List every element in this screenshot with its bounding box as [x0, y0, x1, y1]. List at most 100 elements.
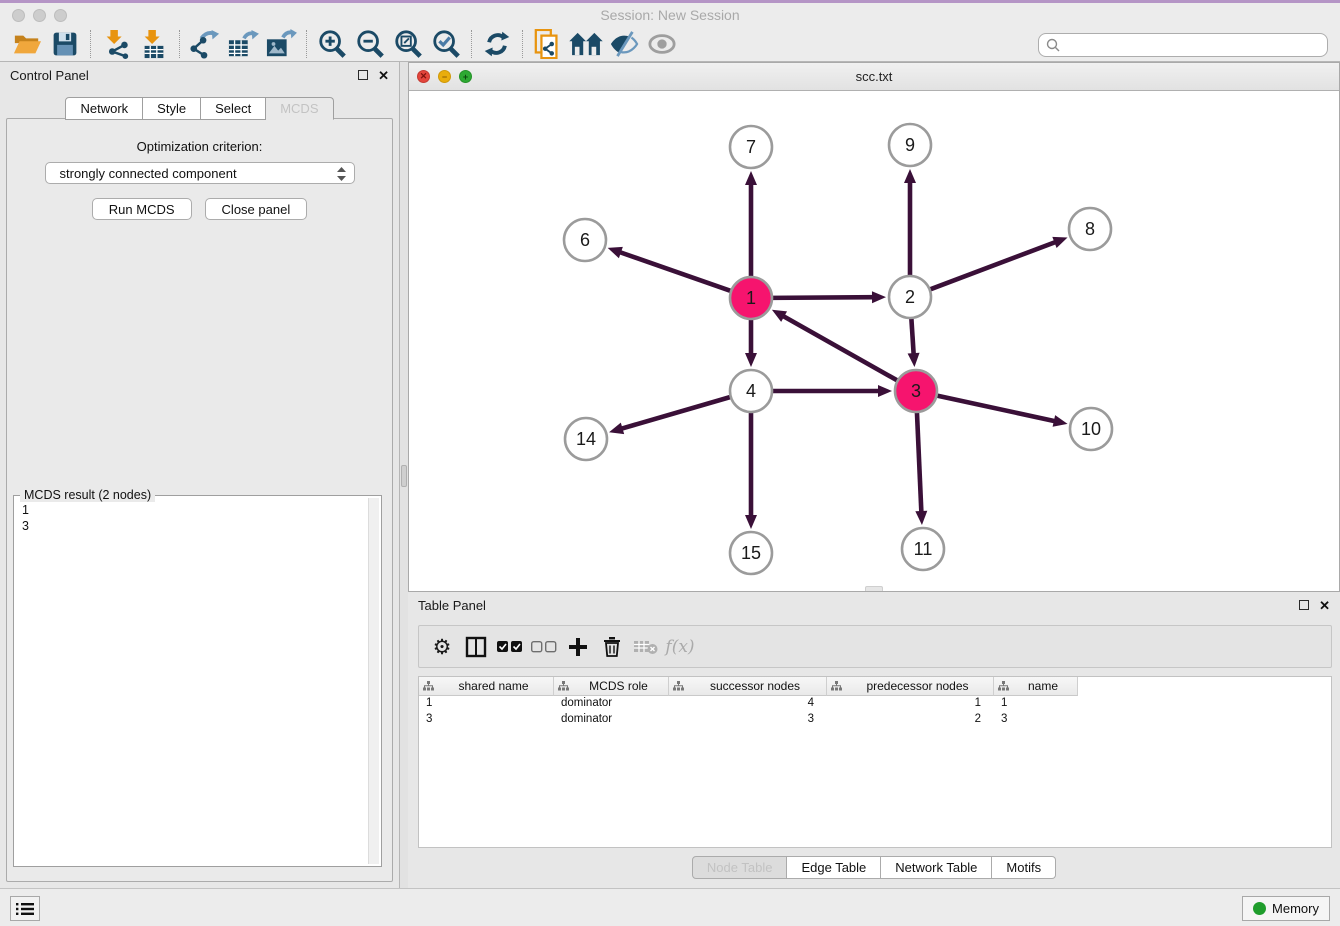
- float-panel-icon[interactable]: [358, 70, 368, 80]
- task-history-button[interactable]: [10, 896, 40, 921]
- graph-edge-arrow: [872, 291, 886, 303]
- control-panel: Control Panel ✕ NetworkStyleSelectMCDS O…: [0, 62, 400, 888]
- column-header-MCDS-role[interactable]: MCDS role: [554, 677, 669, 696]
- graph-node-label-4: 4: [746, 381, 756, 401]
- table-cell[interactable]: 4: [669, 696, 827, 712]
- graph-edge-arrow: [915, 511, 927, 525]
- graph-edge-2-8[interactable]: [930, 242, 1057, 290]
- table-cell[interactable]: 2: [827, 712, 994, 728]
- zoom-fit-icon[interactable]: [389, 28, 427, 60]
- graph-edge-1-6[interactable]: [619, 252, 731, 291]
- column-header-successor-nodes[interactable]: successor nodes: [669, 677, 827, 696]
- mcds-result-scrollbar[interactable]: [368, 498, 379, 864]
- tab-motifs[interactable]: Motifs: [992, 856, 1056, 879]
- open-folder-icon[interactable]: [8, 28, 46, 60]
- table-close-panel-icon[interactable]: ✕: [1319, 599, 1330, 612]
- task-list-icon: [16, 902, 34, 916]
- table-float-panel-icon[interactable]: [1299, 600, 1309, 610]
- graph-edge-arrow: [908, 353, 920, 367]
- tab-network-table[interactable]: Network Table: [881, 856, 992, 879]
- graph-node-label-3: 3: [911, 381, 921, 401]
- table-cell[interactable]: 1: [827, 696, 994, 712]
- graph-node-label-7: 7: [746, 137, 756, 157]
- column-header-name[interactable]: name: [994, 677, 1078, 696]
- graph-edge-1-2[interactable]: [772, 297, 874, 298]
- table-cell[interactable]: 3: [994, 712, 1078, 728]
- column-header-predecessor-nodes[interactable]: predecessor nodes: [827, 677, 994, 696]
- horizontal-splitter-grip[interactable]: [865, 586, 883, 591]
- network-view-window: ✕ − + scc.txt 7968124314101511: [408, 62, 1340, 592]
- import-table-icon[interactable]: [135, 28, 173, 60]
- import-network-icon[interactable]: [97, 28, 135, 60]
- graph-node-label-1: 1: [746, 288, 756, 308]
- network-canvas[interactable]: 7968124314101511: [409, 91, 1339, 591]
- tab-mcds[interactable]: MCDS: [266, 97, 333, 120]
- node-table[interactable]: shared nameMCDS rolesuccessor nodesprede…: [418, 676, 1332, 848]
- table-cell[interactable]: 3: [669, 712, 827, 728]
- zoom-selected-icon[interactable]: [427, 28, 465, 60]
- add-column-icon[interactable]: [563, 632, 593, 662]
- column-visibility-icon[interactable]: [461, 632, 491, 662]
- table-cell[interactable]: dominator: [554, 696, 669, 712]
- deselect-all-icon[interactable]: [529, 632, 559, 662]
- graph-edge-3-10[interactable]: [937, 395, 1056, 421]
- table-cell[interactable]: 3: [419, 712, 554, 728]
- table-settings-gear-icon[interactable]: ⚙: [427, 632, 457, 662]
- table-row[interactable]: 3dominator323: [419, 712, 1331, 728]
- zoom-out-icon[interactable]: [351, 28, 389, 60]
- network-close-icon[interactable]: ✕: [417, 70, 430, 83]
- control-panel-title: Control Panel: [10, 68, 358, 83]
- memory-button[interactable]: Memory: [1242, 896, 1330, 921]
- hide-details-icon[interactable]: [605, 28, 643, 60]
- criterion-dropdown[interactable]: strongly connected component: [45, 162, 355, 184]
- export-image-icon[interactable]: [262, 28, 300, 60]
- run-mcds-button[interactable]: Run MCDS: [92, 198, 192, 220]
- first-neighbors-icon[interactable]: [567, 28, 605, 60]
- tab-network[interactable]: Network: [65, 97, 143, 120]
- delete-table-icon[interactable]: [631, 632, 661, 662]
- search-input[interactable]: [1061, 38, 1327, 52]
- table-cell[interactable]: dominator: [554, 712, 669, 728]
- tab-style[interactable]: Style: [143, 97, 201, 120]
- criterion-value: strongly connected component: [60, 166, 237, 181]
- delete-column-icon[interactable]: [597, 632, 627, 662]
- splitter-grip[interactable]: [401, 465, 407, 487]
- table-toolbar: ⚙ f(x): [418, 625, 1332, 668]
- table-cell[interactable]: 1: [994, 696, 1078, 712]
- table-row[interactable]: 1dominator411: [419, 696, 1331, 712]
- mcds-result-text[interactable]: 1 3: [16, 498, 368, 864]
- duplicate-network-icon[interactable]: [529, 28, 567, 60]
- search-box[interactable]: [1038, 33, 1328, 57]
- export-network-icon[interactable]: [186, 28, 224, 60]
- control-panel-tabs: NetworkStyleSelectMCDS: [0, 97, 399, 120]
- tab-select[interactable]: Select: [201, 97, 266, 120]
- network-window-titlebar[interactable]: ✕ − + scc.txt: [409, 63, 1339, 91]
- table-panel: Table Panel ✕ ⚙ f(x) shared nameMCDS rol…: [408, 592, 1340, 888]
- graph-edge-arrow: [609, 423, 624, 435]
- zoom-in-icon[interactable]: [313, 28, 351, 60]
- graph-edge-3-1[interactable]: [782, 316, 897, 381]
- close-panel-icon[interactable]: ✕: [378, 69, 389, 82]
- tab-edge-table[interactable]: Edge Table: [787, 856, 881, 879]
- network-maximize-icon[interactable]: +: [459, 70, 472, 83]
- table-cell[interactable]: 1: [419, 696, 554, 712]
- graph-edge-3-11[interactable]: [917, 412, 921, 513]
- select-all-icon[interactable]: [495, 632, 525, 662]
- network-graph: 7968124314101511: [409, 91, 1340, 593]
- network-window-title: scc.txt: [409, 69, 1339, 84]
- export-table-icon[interactable]: [224, 28, 262, 60]
- column-header-shared-name[interactable]: shared name: [419, 677, 554, 696]
- tab-node-table[interactable]: Node Table: [692, 856, 788, 879]
- graph-edge-4-14[interactable]: [621, 397, 731, 429]
- graph-edge-arrow: [745, 515, 757, 529]
- graph-edge-2-3[interactable]: [911, 318, 913, 355]
- graph-node-label-6: 6: [580, 230, 590, 250]
- network-minimize-icon[interactable]: −: [438, 70, 451, 83]
- vertical-splitter[interactable]: [400, 62, 408, 888]
- close-panel-button[interactable]: Close panel: [205, 198, 308, 220]
- refresh-layout-icon[interactable]: [478, 28, 516, 60]
- show-details-icon[interactable]: [643, 28, 681, 60]
- titlebar: Session: New Session: [0, 3, 1340, 27]
- save-icon[interactable]: [46, 28, 84, 60]
- graph-edge-arrow: [904, 169, 916, 183]
